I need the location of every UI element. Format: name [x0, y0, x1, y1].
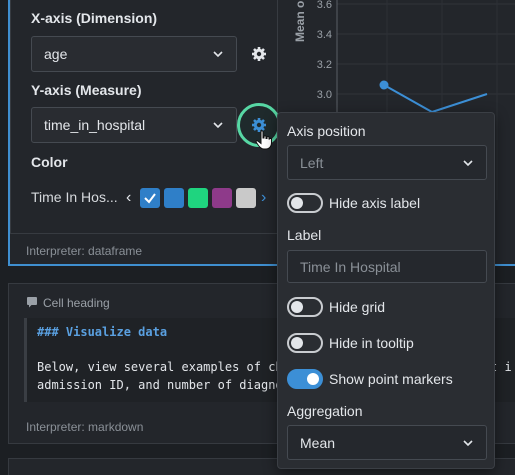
label-label: Label [287, 227, 322, 243]
y-axis-label: Y-axis (Measure) [31, 82, 142, 98]
aggregation-label: Aggregation [287, 403, 363, 419]
hide-grid-text: Hide grid [329, 299, 386, 315]
swatches-prev-arrow[interactable]: ‹ [126, 189, 131, 207]
aggregation-value: Mean [300, 434, 336, 451]
check-icon [144, 193, 156, 204]
y-tick-label: 3.0 [317, 89, 332, 101]
comment-icon [27, 297, 37, 308]
x-axis-label: X-axis (Dimension) [31, 10, 158, 26]
pointer-hand-icon [255, 130, 272, 150]
x-axis-value: age [44, 46, 68, 62]
color-swatch[interactable] [212, 188, 232, 208]
notebook-view: X-axis (Dimension) age Y-axis (Measure) … [0, 0, 515, 475]
axis-label-input[interactable]: Time In Hospital [287, 250, 487, 283]
y-axis-title: Mean o [293, 1, 307, 42]
axis-position-value: Left [300, 154, 324, 171]
aggregation-select[interactable]: Mean [287, 425, 487, 460]
series-line [383, 84, 488, 114]
axis-settings-popover: Axis position Left Hide axis label Label… [277, 112, 495, 469]
y-axis-value: time_in_hospital [44, 117, 146, 133]
chevron-down-icon [213, 51, 223, 58]
gear-icon[interactable] [251, 46, 267, 62]
y-tick-label: 3.4 [317, 29, 332, 41]
hide-in-tooltip-toggle[interactable] [287, 333, 323, 353]
show-point-markers-toggle[interactable] [287, 369, 323, 389]
markdown-line: admission ID, and number of diagno [37, 378, 283, 392]
color-swatch[interactable] [236, 188, 256, 208]
axis-position-label: Axis position [287, 123, 366, 139]
data-point [379, 80, 389, 90]
markdown-line-heading: ### Visualize data [37, 325, 168, 339]
interpreter-label: Interpreter: dataframe [26, 244, 143, 258]
axis-position-select[interactable]: Left [287, 145, 487, 180]
chevron-down-icon [213, 122, 223, 129]
interpreter-label: Interpreter: markdown [26, 420, 144, 434]
markdown-line: Below, view several examples of ch [37, 360, 283, 374]
axis-label-placeholder: Time In Hospital [300, 258, 401, 275]
hide-axis-label-toggle[interactable] [287, 193, 323, 213]
color-label: Color [31, 154, 68, 170]
hide-grid-toggle[interactable] [287, 297, 323, 317]
y-tick-label: 3.6 [317, 0, 332, 11]
color-series-name: Time In Hos... [31, 189, 118, 205]
color-swatch[interactable] [188, 188, 208, 208]
x-axis-select[interactable]: age [31, 36, 237, 72]
color-swatch[interactable] [164, 188, 184, 208]
color-swatch-selected[interactable] [140, 188, 160, 208]
swatches-next-arrow[interactable]: › [261, 189, 266, 207]
chevron-down-icon [463, 439, 473, 446]
y-tick-label: 3.2 [317, 59, 332, 71]
hide-axis-label-text: Hide axis label [329, 195, 421, 211]
show-point-markers-text: Show point markers [329, 371, 453, 387]
hide-in-tooltip-text: Hide in tooltip [329, 335, 414, 351]
y-axis-select[interactable]: time_in_hospital [31, 107, 237, 143]
chevron-down-icon [463, 159, 473, 166]
cell-heading: Cell heading [43, 296, 110, 310]
